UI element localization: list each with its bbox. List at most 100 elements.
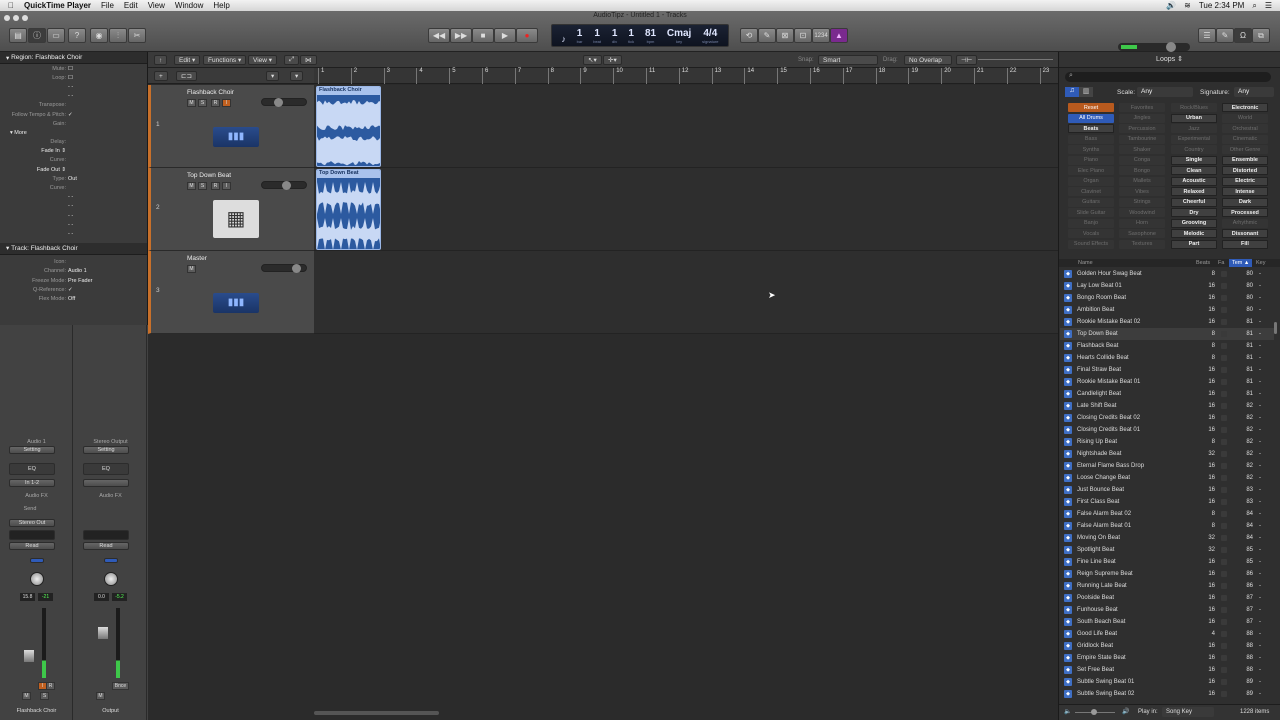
- keyword-button-vibes[interactable]: Vibes: [1119, 187, 1165, 196]
- param-row[interactable]: - -: [0, 82, 147, 91]
- inspector-button[interactable]: ⓘ: [28, 28, 46, 43]
- keyword-button-conga[interactable]: Conga: [1119, 156, 1165, 165]
- eq-button[interactable]: EQ: [9, 463, 55, 475]
- loop-row[interactable]: ◆ First Class Beat 16 83-: [1060, 496, 1274, 508]
- keyword-button-acoustic[interactable]: Acoustic: [1171, 177, 1217, 186]
- group-slot[interactable]: [83, 530, 129, 540]
- keyword-button-orchestral[interactable]: Orchestral: [1222, 124, 1268, 133]
- loop-row[interactable]: ◆ Moving On Beat 32 84-: [1060, 532, 1274, 544]
- keyword-button-cheerful[interactable]: Cheerful: [1171, 198, 1217, 207]
- replace-button[interactable]: ⊡: [794, 28, 812, 43]
- param-row[interactable]: Curve:: [0, 183, 147, 192]
- mixer-button[interactable]: ⫶: [109, 28, 127, 43]
- track-solo-button[interactable]: S: [198, 182, 207, 190]
- keyword-button-part[interactable]: Part: [1171, 240, 1217, 249]
- pan-knob[interactable]: [104, 572, 118, 586]
- ruler[interactable]: 1 2 3 4 5 6 7 8 9 10 11 12 13 14 15 16 17 18 19 20 21 22 23: [314, 68, 1058, 84]
- strip-button-m[interactable]: M: [96, 692, 105, 700]
- functions-menu[interactable]: Functions ▾: [203, 55, 246, 65]
- keyword-button-world[interactable]: World: [1222, 114, 1268, 123]
- snap-select[interactable]: Smart: [818, 55, 878, 65]
- loop-row[interactable]: ◆ Reign Supreme Beat 16 86-: [1060, 568, 1274, 580]
- input-button[interactable]: In 1-2: [9, 479, 55, 487]
- loop-list-scrollbar[interactable]: [1274, 322, 1277, 334]
- keyword-button-percussion[interactable]: Percussion: [1119, 124, 1165, 133]
- loop-row[interactable]: ◆ Set Free Beat 16 88-: [1060, 664, 1274, 676]
- keyword-button-intense[interactable]: Intense: [1222, 187, 1268, 196]
- stop-button[interactable]: ■: [472, 28, 494, 43]
- track-input-monitor-button[interactable]: I: [222, 99, 231, 107]
- loop-browser-button[interactable]: Ω: [1234, 28, 1252, 43]
- loop-row[interactable]: ◆ Hearts Collide Beat 8 81-: [1060, 352, 1274, 364]
- automation-button[interactable]: Read: [9, 542, 55, 550]
- param-row[interactable]: Delay:: [0, 138, 147, 147]
- track-inspector-header[interactable]: ▾ Track: Flashback Choir: [0, 243, 147, 255]
- loop-row[interactable]: ◆ Fine Line Beat 16 85-: [1060, 556, 1274, 568]
- record-button[interactable]: ●: [516, 28, 538, 43]
- loop-row[interactable]: ◆ Subtle Swing Beat 02 16 89-: [1060, 688, 1274, 700]
- loop-row[interactable]: ◆ Just Bounce Beat 16 83-: [1060, 484, 1274, 496]
- param-row[interactable]: - -: [0, 229, 147, 238]
- keyword-button-vocals[interactable]: Vocals: [1068, 229, 1114, 238]
- track-input-monitor-button[interactable]: I: [222, 182, 231, 190]
- play-in-select[interactable]: Song Key: [1162, 707, 1214, 717]
- keyword-button-other-genre[interactable]: Other Genre: [1222, 145, 1268, 154]
- keyword-button-slide-guitar[interactable]: Slide Guitar: [1068, 208, 1114, 217]
- link-button[interactable]: [83, 479, 129, 487]
- strip-button-r[interactable]: R: [46, 682, 55, 690]
- param-row[interactable]: - -: [0, 220, 147, 229]
- lcd-field[interactable]: 4/4 signature: [702, 28, 718, 44]
- track-volume-slider[interactable]: [261, 264, 307, 272]
- col-fav[interactable]: Fa: [1218, 260, 1224, 266]
- track-solo-button[interactable]: S: [198, 99, 207, 107]
- keyword-button-beats[interactable]: Beats: [1068, 124, 1114, 133]
- library-button[interactable]: ▤: [9, 28, 27, 43]
- keyword-button-guitars[interactable]: Guitars: [1068, 198, 1114, 207]
- param-row[interactable]: - -: [0, 202, 147, 211]
- loop-row[interactable]: ◆ Empire State Beat 16 88-: [1060, 652, 1274, 664]
- param-row[interactable]: Mute: ☐: [0, 64, 147, 73]
- track-name[interactable]: Flashback Choir: [187, 89, 234, 96]
- keyword-button-piano[interactable]: Piano: [1068, 156, 1114, 165]
- keyword-button-bongo[interactable]: Bongo: [1119, 166, 1165, 175]
- audio-fx-slot[interactable]: Audio FX: [74, 493, 147, 499]
- edit-menu[interactable]: Edit ▾: [174, 55, 200, 65]
- track-record-button[interactable]: R: [211, 182, 220, 190]
- loop-row[interactable]: ◆ Eternal Flame Bass Drop 16 82-: [1060, 460, 1274, 472]
- pointer-tool[interactable]: ↖▾: [583, 55, 602, 65]
- volume-fader[interactable]: [24, 650, 34, 662]
- tuner-button[interactable]: ✎: [758, 28, 776, 43]
- col-key[interactable]: Key: [1256, 260, 1265, 266]
- track-mute-button[interactable]: M: [187, 182, 196, 190]
- more-toggle[interactable]: ▾ More: [0, 128, 147, 137]
- track-name[interactable]: Top Down Beat: [187, 172, 231, 179]
- param-row[interactable]: Fade In ⇕: [0, 147, 147, 156]
- notification-icon[interactable]: ☰: [1265, 1, 1272, 10]
- loop-row[interactable]: ◆ South Beach Beat 16 87-: [1060, 616, 1274, 628]
- param-row[interactable]: Channel: Audio 1: [0, 267, 147, 276]
- lcd-display[interactable]: ♪ 1 bar 1 beat 1 div 1 tick 81 bpm Cmaj key 4/4 signa…: [551, 24, 729, 47]
- metronome-button[interactable]: ▲: [830, 28, 848, 43]
- track-lane[interactable]: Flashback Choir: [314, 85, 1058, 168]
- keyword-button-banjo[interactable]: Banjo: [1068, 219, 1114, 228]
- menu-file[interactable]: File: [101, 1, 114, 10]
- keyword-button-urban[interactable]: Urban: [1171, 114, 1217, 123]
- horizontal-scrollbar[interactable]: [314, 711, 439, 715]
- param-row[interactable]: Flex Mode: Off: [0, 294, 147, 303]
- keyword-button-rock-blues[interactable]: Rock/Blues: [1171, 103, 1217, 112]
- audio-fx-slot[interactable]: Audio FX: [0, 493, 73, 499]
- param-row[interactable]: Type: Out: [0, 174, 147, 183]
- loop-row[interactable]: ◆ Lay Low Beat 01 16 80-: [1060, 280, 1274, 292]
- loop-row[interactable]: ◆ Good Life Beat 4 88-: [1060, 628, 1274, 640]
- keyword-button-saxophone[interactable]: Saxophone: [1119, 229, 1165, 238]
- master-volume-slider[interactable]: [1118, 43, 1190, 51]
- keyword-button-cinematic[interactable]: Cinematic: [1222, 135, 1268, 144]
- loop-row[interactable]: ◆ Flashback Beat 8 81-: [1060, 340, 1274, 352]
- waveform-zoom-button[interactable]: ⊣⊢: [956, 55, 977, 65]
- keyword-button-processed[interactable]: Processed: [1222, 208, 1268, 217]
- loops-header[interactable]: Loops ⇕: [1059, 52, 1280, 68]
- loop-row[interactable]: ◆ Poolside Beat 16 87-: [1060, 592, 1274, 604]
- output-button[interactable]: Stereo Out: [9, 519, 55, 527]
- col-tempo[interactable]: Tem ▲: [1229, 259, 1252, 267]
- setting-button[interactable]: Setting: [9, 446, 55, 454]
